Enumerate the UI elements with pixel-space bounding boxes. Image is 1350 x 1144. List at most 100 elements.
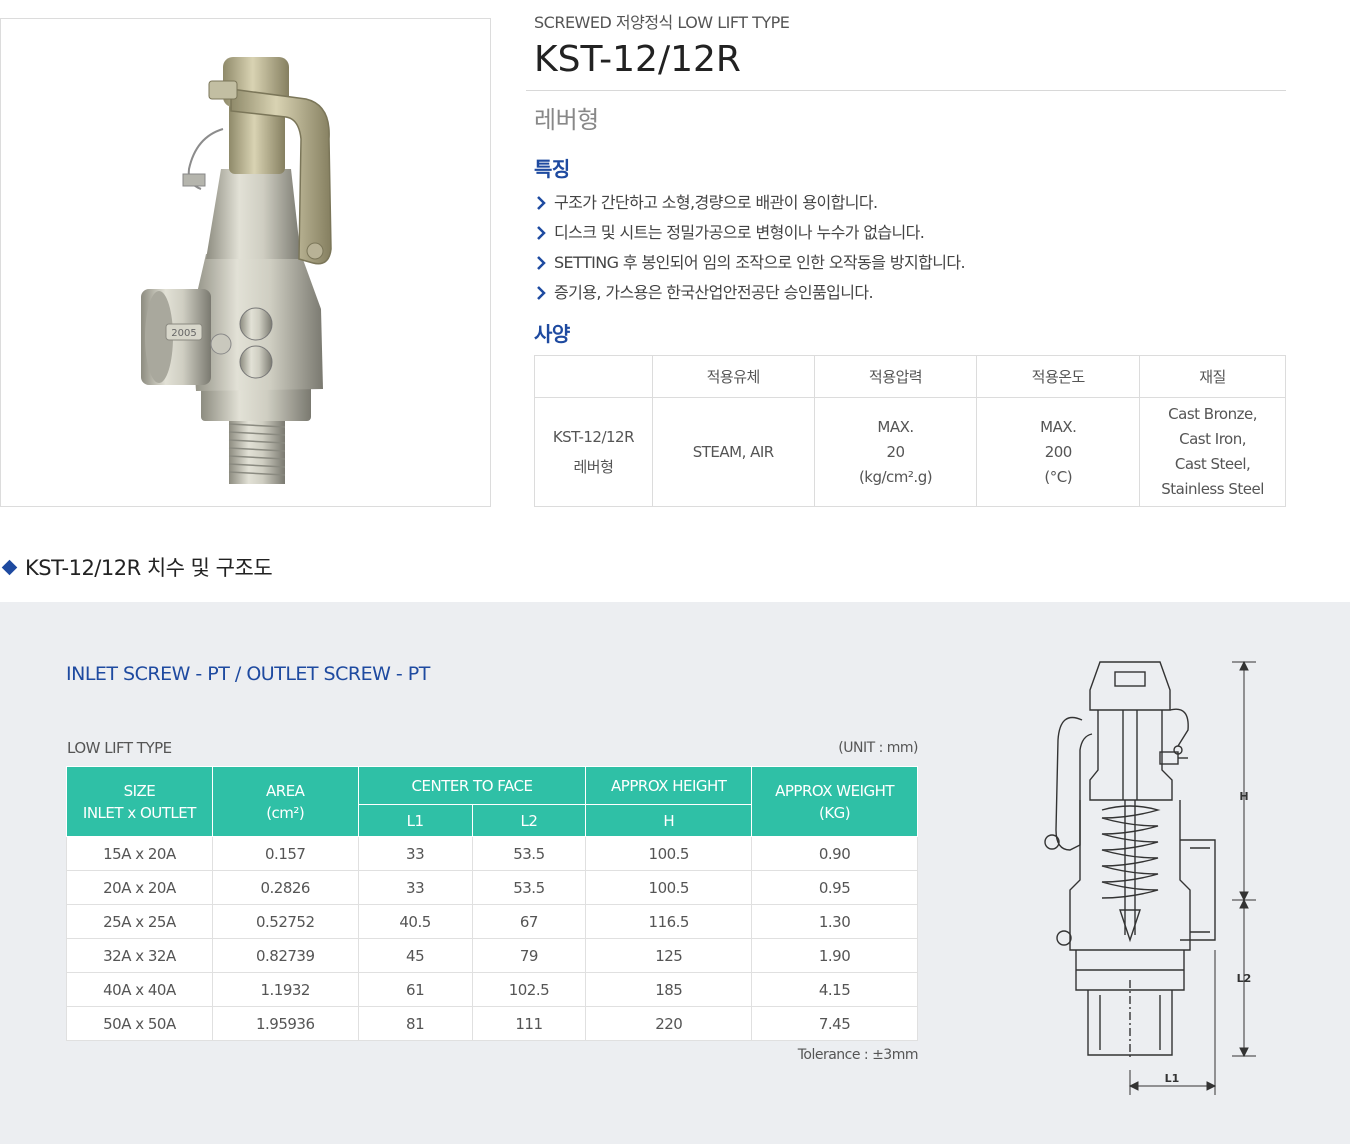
spec-table: 적용유체 적용압력 적용온도 재질 KST-12/12R 레버형 STEAM, … <box>534 355 1286 507</box>
header-area: AREA (cm²) <box>211 766 359 837</box>
valve-cross-section-drawing: H L2 L1 <box>1044 660 1256 1095</box>
feature-item: 구조가 간단하고 소형,경량으로 배관이 용이합니다. <box>534 188 1274 218</box>
drawing-label-h: H <box>1239 790 1248 803</box>
cell-area: 1.95936 <box>211 1006 359 1041</box>
cell-size: 15A x 20A <box>66 836 213 871</box>
cell-weight: 4.15 <box>751 972 918 1007</box>
header-h: H <box>585 804 753 837</box>
cell-height: 220 <box>585 1006 753 1041</box>
spec-pressure-value: 20 <box>886 442 905 461</box>
spec-material-3: Cast Steel, <box>1174 455 1251 473</box>
cell-l2: 53.5 <box>471 836 587 871</box>
cell-area: 1.1932 <box>211 972 359 1007</box>
header-size-line2: INLET x OUTLET <box>82 803 196 822</box>
spec-material-1: Cast Bronze, <box>1168 405 1257 423</box>
cell-area: 0.82739 <box>211 938 359 973</box>
spec-temp-unit: (°C) <box>1044 467 1073 486</box>
cell-height: 100.5 <box>585 870 753 905</box>
screw-type-title: INLET SCREW - PT / OUTLET SCREW - PT <box>66 663 430 685</box>
cell-l1: 45 <box>357 938 473 973</box>
spec-material-cell: Cast Bronze, Cast Iron, Cast Steel, Stai… <box>1139 397 1286 507</box>
cell-area: 0.52752 <box>211 904 359 939</box>
cell-l2: 67 <box>471 904 587 939</box>
cell-size: 25A x 25A <box>66 904 213 939</box>
header-size-line1: SIZE <box>123 781 156 800</box>
header-approx-height: APPROX HEIGHT <box>585 766 753 805</box>
spec-material-4: Stainless Steel <box>1161 480 1264 498</box>
cell-height: 100.5 <box>585 836 753 871</box>
valve-body-marking: 2005 <box>171 328 196 339</box>
cell-l1: 81 <box>357 1006 473 1041</box>
spec-header-pressure: 적용압력 <box>813 355 978 398</box>
table-row: 32A x 32A 0.82739 45 79 125 1.90 <box>66 938 918 973</box>
spec-header-material: 재질 <box>1139 355 1286 398</box>
cell-l2: 79 <box>471 938 587 973</box>
cell-size: 32A x 32A <box>66 938 213 973</box>
cell-l1: 61 <box>357 972 473 1007</box>
table-row: 20A x 20A 0.2826 33 53.5 100.5 0.95 <box>66 870 918 905</box>
dimension-heading: KST-12/12R 치수 및 구조도 <box>1 552 273 582</box>
cell-l2: 102.5 <box>471 972 587 1007</box>
cell-size: 50A x 50A <box>66 1006 213 1041</box>
table-row: 40A x 40A 1.1932 61 102.5 185 4.15 <box>66 972 918 1007</box>
feature-item: 디스크 및 시트는 정밀가공으로 변형이나 누수가 없습니다. <box>534 218 1274 248</box>
header-l2: L2 <box>471 804 587 837</box>
spec-header-temperature: 적용온도 <box>976 355 1141 398</box>
unit-label: (UNIT : mm) <box>838 740 918 756</box>
cell-weight: 1.30 <box>751 904 918 939</box>
spec-fluid-cell: STEAM, AIR <box>651 397 815 507</box>
header-center-to-face: CENTER TO FACE <box>357 766 587 805</box>
spec-header-empty <box>534 355 653 398</box>
spec-pressure-cell: MAX. 20 (kg/cm².g) <box>813 397 978 507</box>
diamond-bullet-icon <box>1 559 18 576</box>
drawing-label-l2: L2 <box>1237 972 1252 985</box>
header-area-line1: AREA <box>266 781 305 800</box>
dimension-table: SIZE INLET x OUTLET AREA (cm²) CENTER TO… <box>66 766 918 1041</box>
cell-height: 125 <box>585 938 753 973</box>
cell-weight: 7.45 <box>751 1006 918 1041</box>
features-heading: 특징 <box>534 157 570 181</box>
cell-weight: 1.90 <box>751 938 918 973</box>
feature-item: SETTING 후 봉인되어 임의 조작으로 인한 오작동을 방지합니다. <box>534 248 1274 278</box>
chevron-right-icon <box>537 286 546 300</box>
header-l1: L1 <box>357 804 473 837</box>
feature-text: SETTING 후 봉인되어 임의 조작으로 인한 오작동을 방지합니다. <box>554 253 966 272</box>
header-weight-line1: APPROX WEIGHT <box>775 781 895 800</box>
table-row: 25A x 25A 0.52752 40.5 67 116.5 1.30 <box>66 904 918 939</box>
cell-l1: 33 <box>357 870 473 905</box>
cell-weight: 0.90 <box>751 836 918 871</box>
cell-l1: 33 <box>357 836 473 871</box>
cell-l2: 111 <box>471 1006 587 1041</box>
table-row: 15A x 20A 0.157 33 53.5 100.5 0.90 <box>66 836 918 871</box>
header-size: SIZE INLET x OUTLET <box>66 766 213 837</box>
feature-text: 증기용, 가스용은 한국산업안전공단 승인품입니다. <box>554 283 874 302</box>
title-divider <box>526 90 1286 91</box>
cell-weight: 0.95 <box>751 870 918 905</box>
product-type-name: 레버형 <box>534 106 599 134</box>
spec-model-name: KST-12/12R <box>552 428 635 446</box>
header-area-line2: (cm²) <box>266 803 305 822</box>
cell-height: 116.5 <box>585 904 753 939</box>
spec-pressure-unit: (kg/cm².g) <box>858 467 933 486</box>
cell-size: 20A x 20A <box>66 870 213 905</box>
spec-pressure-max: MAX. <box>877 417 914 436</box>
drawing-label-l1: L1 <box>1165 1072 1180 1085</box>
spec-heading: 사양 <box>534 322 570 346</box>
cell-size: 40A x 40A <box>66 972 213 1007</box>
spec-material-2: Cast Iron, <box>1179 430 1246 448</box>
cell-area: 0.2826 <box>211 870 359 905</box>
valve-photo-illustration: 2005 <box>141 57 332 484</box>
spec-model-cell: KST-12/12R 레버형 <box>534 397 653 507</box>
header-weight-line2: (KG) <box>818 803 851 822</box>
chevron-right-icon <box>537 256 546 270</box>
table-row: 50A x 50A 1.95936 81 111 220 7.45 <box>66 1006 918 1041</box>
product-info: SCREWED 저양정식 LOW LIFT TYPE KST-12/12R <box>534 12 1286 82</box>
feature-text: 디스크 및 시트는 정밀가공으로 변형이나 누수가 없습니다. <box>554 223 925 242</box>
spec-model-type: 레버형 <box>573 458 614 476</box>
table-caption: LOW LIFT TYPE <box>67 739 172 757</box>
spec-temperature-cell: MAX. 200 (°C) <box>976 397 1141 507</box>
feature-text: 구조가 간단하고 소형,경량으로 배관이 용이합니다. <box>554 193 878 212</box>
tolerance-note: Tolerance : ±3mm <box>797 1047 919 1063</box>
cell-l1: 40.5 <box>357 904 473 939</box>
feature-item: 증기용, 가스용은 한국산업안전공단 승인품입니다. <box>534 278 1274 308</box>
